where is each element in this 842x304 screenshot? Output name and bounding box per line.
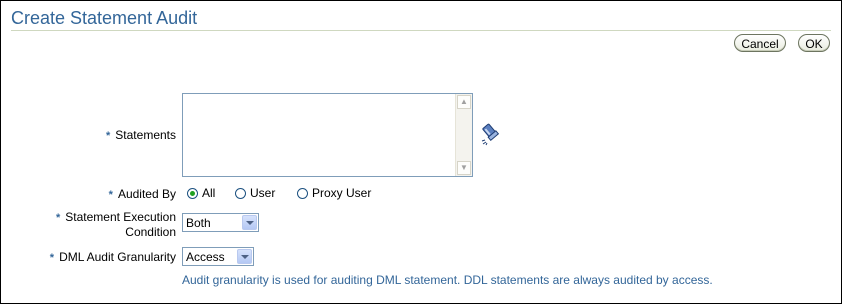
radio-proxy-user[interactable]: Proxy User: [297, 186, 371, 200]
statements-textarea[interactable]: [183, 94, 453, 174]
statements-label: * Statements: [106, 128, 176, 143]
ok-button[interactable]: OK: [798, 34, 830, 52]
radio-proxy-user-label: Proxy User: [312, 186, 372, 200]
audited-by-label: * Audited By: [109, 187, 176, 202]
scroll-down-arrow-icon[interactable]: ▼: [457, 161, 471, 175]
radio-user-label: User: [250, 186, 276, 200]
page-title: Create Statement Audit: [11, 8, 198, 28]
dml-granularity-select-value: Access: [186, 250, 225, 264]
textarea-scrollbar[interactable]: ▲ ▼: [455, 94, 472, 176]
scroll-up-arrow-icon[interactable]: ▲: [457, 95, 471, 109]
condition-select-value: Both: [186, 216, 211, 230]
granularity-help-text: Audit granularity is used for auditing D…: [182, 273, 713, 287]
statements-label-text: Statements: [115, 128, 176, 142]
chevron-down-icon[interactable]: [237, 249, 252, 264]
radio-user[interactable]: User: [235, 186, 275, 200]
required-marker: *: [49, 252, 55, 264]
audited-by-label-text: Audited By: [117, 187, 176, 201]
radio-unchecked-icon[interactable]: [235, 187, 246, 199]
flashlight-search-icon[interactable]: [479, 121, 505, 147]
required-marker: *: [108, 189, 113, 201]
statements-textarea-box[interactable]: ▲ ▼: [182, 93, 473, 177]
condition-select[interactable]: Both: [182, 213, 259, 232]
dml-granularity-label: * DML Audit Granularity: [50, 250, 176, 265]
title-divider: [11, 30, 831, 31]
dml-granularity-select[interactable]: Access: [182, 247, 254, 266]
radio-all-label: All: [202, 186, 216, 200]
cancel-button[interactable]: Cancel: [734, 34, 786, 52]
chevron-down-icon[interactable]: [242, 215, 257, 230]
condition-label-line1: Statement Execution: [65, 210, 176, 224]
page-frame: Create Statement Audit Cancel OK * Statem…: [0, 0, 842, 304]
radio-unchecked-icon[interactable]: [297, 187, 308, 199]
required-marker: *: [106, 130, 111, 142]
radio-all[interactable]: All: [187, 186, 215, 200]
dml-granularity-label-text: DML Audit Granularity: [59, 250, 176, 264]
radio-checked-icon[interactable]: [187, 187, 198, 199]
required-marker: *: [55, 212, 61, 224]
condition-label: * Statement Execution Condition: [6, 210, 176, 239]
condition-label-line2: Condition: [125, 225, 176, 239]
